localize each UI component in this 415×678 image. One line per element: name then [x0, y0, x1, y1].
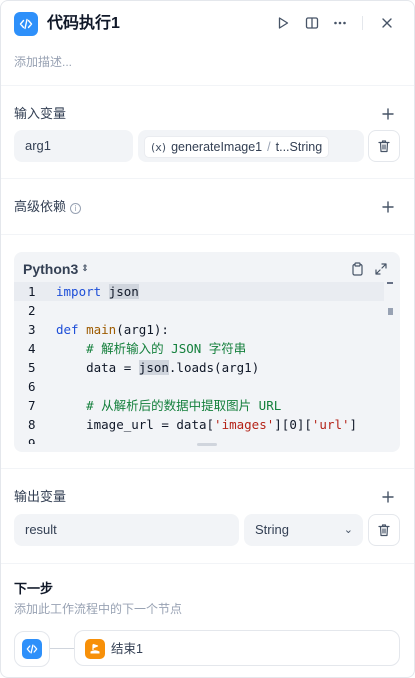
- code-text: # 从解析后的数据中提取图片 URL: [56, 398, 282, 413]
- line-number: 4: [28, 341, 36, 356]
- play-icon[interactable]: [273, 13, 293, 33]
- line-number: 8: [28, 417, 36, 432]
- divider: [1, 563, 414, 564]
- code-scrollbar[interactable]: [387, 282, 393, 322]
- output-var-type-select[interactable]: String ⌄: [244, 514, 363, 546]
- code-text: image_url = data['images'][0]['url']: [56, 417, 358, 432]
- code-text: import json: [56, 284, 139, 299]
- current-node-chip: [14, 631, 50, 667]
- panel-header: 代码执行1: [1, 1, 414, 45]
- next-step-subtitle: 添加此工作流程中的下一个节点: [14, 602, 183, 616]
- line-number: 6: [28, 379, 36, 394]
- code-line[interactable]: 2: [14, 301, 384, 320]
- line-number: 2: [28, 303, 36, 318]
- source-node-name: generateImage1: [171, 140, 263, 154]
- code-icon: [22, 639, 42, 659]
- code-line[interactable]: 7 # 从解析后的数据中提取图片 URL: [14, 396, 384, 415]
- output-var-type-label: String: [255, 522, 289, 537]
- chevron-down-icon: ⌄: [343, 523, 353, 536]
- delete-input-var-button[interactable]: [368, 130, 400, 162]
- divider: [1, 85, 414, 86]
- divider: [1, 468, 414, 469]
- trash-icon: [378, 140, 390, 153]
- resize-handle[interactable]: [197, 443, 217, 446]
- variable-reference-tag: (x) generateImage1 / t...String: [144, 136, 330, 158]
- trash-icon: [378, 524, 390, 537]
- scrollbar-marker: [387, 282, 393, 284]
- input-vars-title: 输入变量: [14, 106, 67, 121]
- line-number: 7: [28, 398, 36, 413]
- scrollbar-thumb[interactable]: [388, 308, 393, 315]
- add-input-var-plus-icon[interactable]: [379, 105, 397, 123]
- line-number: 5: [28, 360, 36, 375]
- advanced-deps-label: 高级依赖: [14, 199, 67, 214]
- copy-icon[interactable]: [350, 262, 364, 276]
- divider: [1, 234, 414, 235]
- divider: [1, 178, 414, 179]
- node-title[interactable]: 代码执行1: [47, 13, 120, 35]
- next-step-title: 下一步: [14, 581, 54, 596]
- output-var-name-field[interactable]: result: [14, 514, 239, 546]
- next-node-end[interactable]: 结束1: [74, 630, 400, 666]
- input-var-name-field[interactable]: arg1: [14, 130, 133, 162]
- line-number: 9: [28, 436, 36, 444]
- variable-icon: (x): [151, 140, 167, 154]
- output-vars-title: 输出变量: [14, 489, 67, 504]
- code-line[interactable]: 6: [14, 377, 384, 396]
- advanced-deps-title: 高级依赖 i: [14, 198, 82, 216]
- more-icon[interactable]: [330, 13, 350, 33]
- add-dependency-plus-icon[interactable]: [379, 198, 397, 216]
- close-icon[interactable]: [377, 13, 397, 33]
- node-connector: [50, 648, 74, 649]
- split-view-icon[interactable]: [302, 13, 322, 33]
- header-divider: [362, 16, 363, 30]
- source-separator: /: [267, 140, 271, 154]
- code-text: data = json.loads(arg1): [56, 360, 260, 375]
- add-output-var-plus-icon[interactable]: [379, 488, 397, 506]
- code-text: def main(arg1):: [56, 322, 169, 337]
- delete-output-var-button[interactable]: [368, 514, 400, 546]
- line-number: 1: [28, 284, 36, 299]
- language-label: Python3: [23, 261, 79, 277]
- code-text: # 解析输入的 JSON 字符串: [56, 341, 247, 356]
- next-node-label: 结束1: [111, 642, 143, 656]
- code-line[interactable]: 4 # 解析输入的 JSON 字符串: [14, 339, 384, 358]
- description-input[interactable]: 添加描述...: [14, 54, 72, 70]
- info-icon[interactable]: i: [70, 203, 82, 214]
- code-icon: [14, 12, 38, 36]
- code-line[interactable]: 3 def main(arg1):: [14, 320, 384, 339]
- code-line[interactable]: 5 data = json.loads(arg1): [14, 358, 384, 377]
- code-node-panel: 代码执行1 添加描述... 输入变量 arg1 (x) generateImag…: [0, 0, 415, 678]
- line-number: 3: [28, 322, 36, 337]
- end-flag-icon: [85, 639, 105, 659]
- source-var-name: t...String: [275, 140, 323, 154]
- expand-icon[interactable]: [374, 262, 388, 276]
- language-select[interactable]: Python3 ⇕: [23, 261, 89, 277]
- code-line[interactable]: 1 import json: [14, 282, 384, 301]
- chevron-updown-icon: ⇕: [81, 263, 89, 274]
- code-editor: Python3 ⇕ 1 import json 2 3 def main(arg1): 4…: [14, 252, 400, 452]
- code-line[interactable]: 8 image_url = data['images'][0]['url']: [14, 415, 384, 434]
- code-toolbar: [350, 262, 388, 276]
- code-text-area[interactable]: 1 import json 2 3 def main(arg1): 4 # 解析输入的 J…: [14, 282, 400, 444]
